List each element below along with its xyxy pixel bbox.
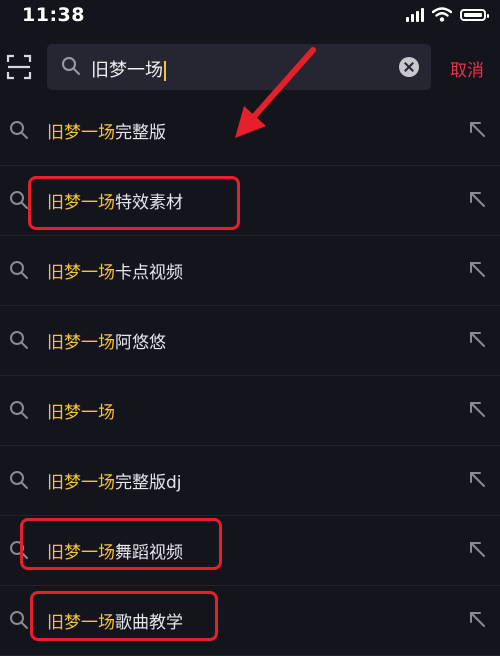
suggestion-text: 旧梦一场卡点视频 — [47, 258, 183, 283]
search-icon — [10, 611, 28, 629]
wifi-icon — [432, 7, 452, 22]
search-icon — [10, 191, 28, 209]
status-bar: 11:38 — [0, 0, 500, 30]
battery-icon — [460, 8, 489, 21]
annotation-box — [28, 176, 240, 230]
fill-query-icon[interactable] — [468, 470, 486, 488]
clear-icon[interactable] — [399, 57, 419, 77]
suggestion-rest: 卡点视频 — [115, 263, 183, 283]
status-icons — [406, 7, 489, 22]
suggestion-rest: 完整版dj — [115, 473, 182, 493]
fill-query-icon[interactable] — [468, 260, 486, 278]
suggestion-highlight: 旧梦一场 — [47, 123, 115, 143]
cancel-button[interactable]: 取消 — [450, 56, 484, 81]
signal-icon — [406, 7, 424, 22]
annotation-box — [30, 591, 218, 641]
status-time: 11:38 — [22, 4, 85, 26]
search-icon — [10, 471, 28, 489]
search-icon — [62, 57, 80, 75]
suggestion-highlight: 旧梦一场 — [47, 473, 115, 493]
suggestion-text: 旧梦一场完整版 — [47, 118, 166, 143]
fill-query-icon[interactable] — [468, 540, 486, 558]
suggestion-item[interactable]: 旧梦一场完整版dj — [0, 446, 500, 516]
suggestion-rest: 完整版 — [115, 123, 166, 143]
search-icon — [10, 331, 28, 349]
search-input-value: 旧梦一场 — [91, 56, 166, 82]
suggestion-rest: 阿悠悠 — [115, 333, 166, 353]
search-icon — [10, 121, 28, 139]
suggestion-highlight: 旧梦一场 — [47, 333, 115, 353]
annotation-box — [20, 518, 222, 570]
scan-icon[interactable] — [6, 54, 32, 80]
search-icon — [10, 261, 28, 279]
text-caret — [164, 61, 166, 81]
suggestion-item[interactable]: 旧梦一场 — [0, 376, 500, 446]
suggestion-item[interactable]: 旧梦一场阿悠悠 — [0, 306, 500, 376]
fill-query-icon[interactable] — [468, 400, 486, 418]
fill-query-icon[interactable] — [468, 610, 486, 628]
search-icon — [10, 401, 28, 419]
suggestion-text: 旧梦一场 — [47, 398, 115, 423]
suggestion-item[interactable]: 旧梦一场卡点视频 — [0, 236, 500, 306]
fill-query-icon[interactable] — [468, 120, 486, 138]
fill-query-icon[interactable] — [468, 190, 486, 208]
fill-query-icon[interactable] — [468, 330, 486, 348]
suggestion-text: 旧梦一场完整版dj — [47, 468, 182, 493]
suggestion-highlight: 旧梦一场 — [47, 263, 115, 283]
suggestion-highlight: 旧梦一场 — [47, 403, 115, 423]
suggestion-text: 旧梦一场阿悠悠 — [47, 328, 166, 353]
annotation-arrow — [235, 47, 316, 138]
search-text: 旧梦一场 — [91, 60, 163, 81]
